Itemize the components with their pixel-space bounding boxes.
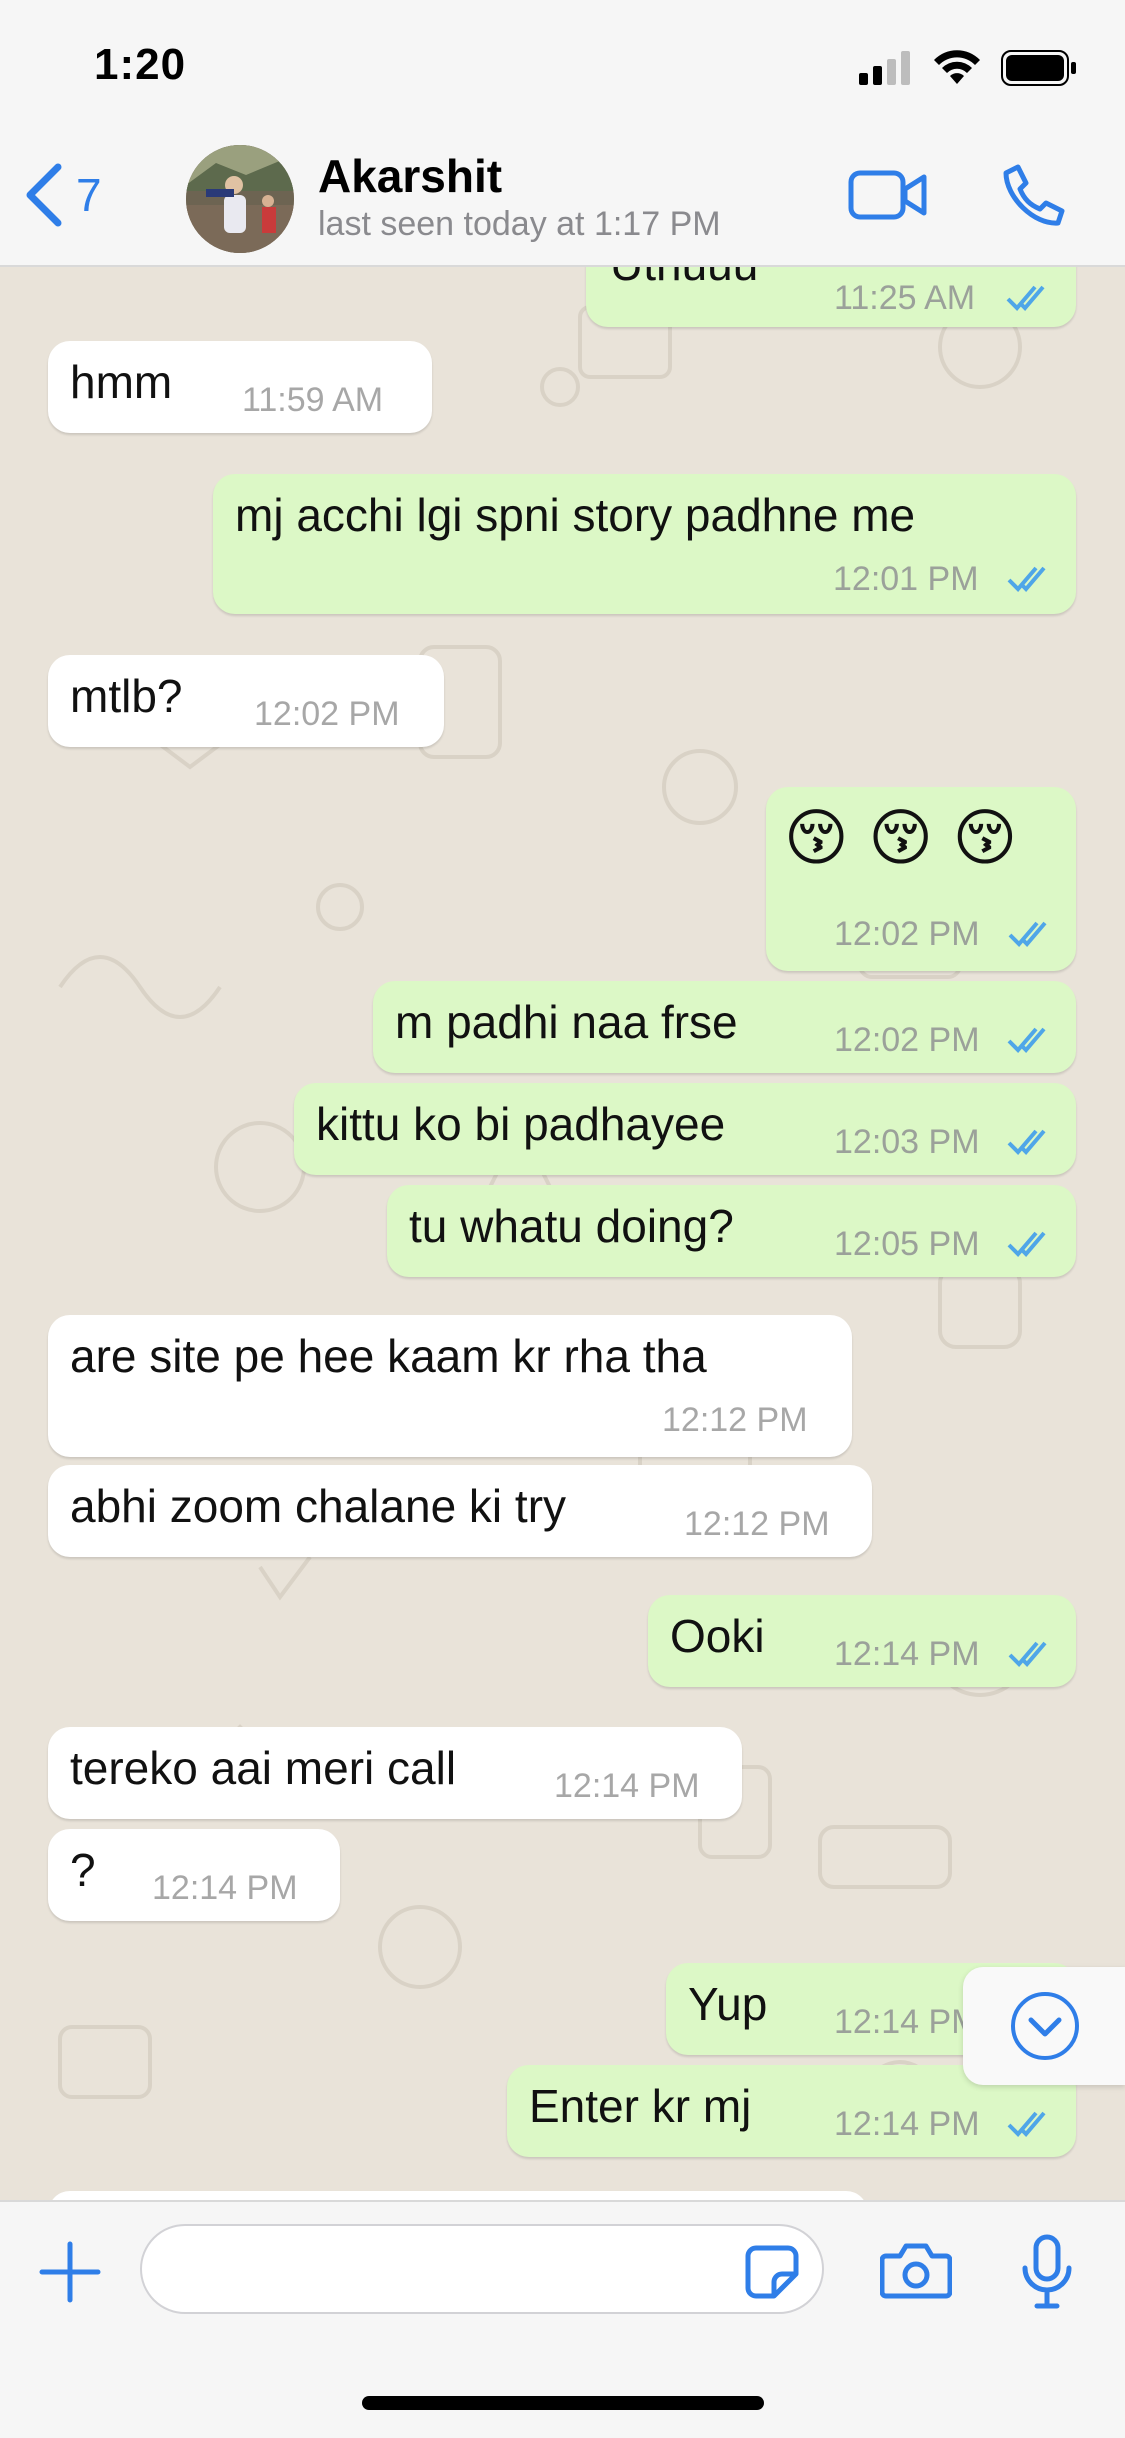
message-time: 12:02 PM — [834, 915, 980, 953]
avatar[interactable] — [186, 145, 294, 253]
message-bubble-incoming[interactable] — [48, 2191, 868, 2200]
message-text: mj acchi lgi spni story padhne me — [235, 489, 916, 541]
message-bubble-outgoing[interactable]: Ooki 12:14 PM — [648, 1595, 1076, 1687]
status-time: 1:20 — [94, 40, 187, 89]
message-time: 11:59 AM — [242, 381, 384, 419]
double-check-read-icon — [1007, 1129, 1046, 1155]
status-bar: 1:20 — [0, 0, 1125, 135]
message-input-bar — [0, 2200, 1125, 2438]
chat-area[interactable]: Uthuuu 11:25 AM hmm 11:59 AM mj acchi lg… — [0, 267, 1125, 2200]
message-bubble-outgoing[interactable]: mj acchi lgi spni story padhne me 12:01 … — [213, 474, 1076, 614]
message-text: Ooki — [670, 1610, 765, 1662]
sticker-icon — [745, 2245, 799, 2299]
message-bubble-incoming[interactable]: hmm 11:59 AM — [48, 341, 432, 433]
battery-icon — [1001, 50, 1076, 86]
chevron-left-icon — [26, 163, 62, 227]
message-time: 12:14 PM — [834, 2003, 980, 2041]
message-time: 12:14 PM — [152, 1869, 298, 1907]
cellular-signal-icon — [859, 51, 910, 85]
voice-call-button[interactable] — [1000, 163, 1066, 234]
message-bubble-incoming[interactable]: are site pe hee kaam kr rha tha 12:12 PM — [48, 1315, 852, 1457]
message-time: 12:12 PM — [684, 1505, 830, 1543]
message-time: 12:02 PM — [834, 1021, 980, 1059]
scroll-to-bottom-button[interactable] — [963, 1967, 1125, 2085]
home-indicator — [362, 2396, 764, 2410]
video-camera-icon — [848, 170, 927, 220]
double-check-read-icon — [1006, 285, 1045, 311]
message-bubble-incoming[interactable]: ? 12:14 PM — [48, 1829, 340, 1921]
message-bubble-outgoing[interactable]: kittu ko bi padhayee 12:03 PM — [294, 1083, 1076, 1175]
double-check-read-icon — [1007, 1231, 1046, 1257]
phone-icon — [1003, 164, 1065, 226]
message-bubble-outgoing[interactable]: tu whatu doing? 12:05 PM — [387, 1185, 1076, 1277]
message-text: Yup — [688, 1978, 768, 2030]
message-time: 12:02 PM — [254, 695, 400, 733]
message-bubble-outgoing[interactable]: m padhi naa frse 12:02 PM — [373, 981, 1076, 1073]
microphone-icon — [1022, 2234, 1072, 2309]
message-text: kittu ko bi padhayee — [316, 1098, 726, 1150]
message-text: ? — [70, 1844, 96, 1896]
chat-header: 7 Akarshit last seen today at 1:17 PM — [0, 135, 1125, 267]
double-check-read-icon — [1007, 2111, 1046, 2137]
message-text: tereko aai meri call — [70, 1742, 457, 1794]
plus-icon — [39, 2241, 101, 2303]
double-check-read-icon — [1007, 1027, 1046, 1053]
message-bubble-incoming[interactable]: tereko aai meri call 12:14 PM — [48, 1727, 742, 1819]
double-check-read-icon — [1007, 566, 1046, 592]
message-text: abhi zoom chalane ki try — [70, 1480, 567, 1532]
double-check-read-icon — [1008, 921, 1047, 947]
camera-button[interactable] — [879, 2240, 953, 2305]
camera-icon — [879, 2243, 953, 2299]
message-time: 12:01 PM — [833, 560, 979, 598]
message-bubble-incoming[interactable]: mtlb? 12:02 PM — [48, 655, 444, 747]
message-text: m padhi naa frse — [395, 996, 738, 1048]
message-time: 12:03 PM — [834, 1123, 980, 1161]
last-seen-status: last seen today at 1:17 PM — [318, 205, 721, 243]
message-time: 12:14 PM — [834, 1635, 980, 1673]
message-text: tu whatu doing? — [409, 1200, 734, 1252]
contact-name[interactable]: Akarshit — [318, 149, 502, 203]
back-button[interactable]: 7 — [24, 163, 102, 227]
video-call-button[interactable] — [848, 165, 928, 230]
wifi-icon — [934, 50, 980, 84]
message-bubble-outgoing[interactable]: 😚 😚 😚 12:02 PM — [766, 787, 1076, 971]
message-text: Uthuuu — [610, 267, 758, 291]
message-time: 12:14 PM — [554, 1767, 700, 1805]
microphone-button[interactable] — [1020, 2234, 1074, 2315]
message-time: 12:12 PM — [662, 1401, 808, 1439]
double-check-read-icon — [1008, 1641, 1047, 1667]
message-text: mtlb? — [70, 670, 183, 722]
message-input[interactable] — [140, 2224, 824, 2314]
status-icons — [859, 50, 1077, 86]
message-bubble-outgoing[interactable]: Uthuuu 11:25 AM — [586, 267, 1076, 327]
unread-chats-count: 7 — [76, 169, 102, 221]
message-text: are site pe hee kaam kr rha tha — [70, 1330, 707, 1382]
sticker-button[interactable] — [744, 2244, 800, 2305]
chevron-down-circle-icon — [1011, 1992, 1079, 2060]
message-time: 11:25 AM — [834, 279, 976, 317]
message-time: 12:14 PM — [834, 2105, 980, 2143]
message-text: Enter kr mj — [529, 2080, 752, 2132]
message-text: hmm — [70, 356, 173, 408]
message-time: 12:05 PM — [834, 1225, 980, 1263]
attach-button[interactable] — [38, 2240, 102, 2309]
message-emoji: 😚 😚 😚 — [784, 801, 1018, 874]
message-bubble-incoming[interactable]: abhi zoom chalane ki try 12:12 PM — [48, 1465, 872, 1557]
